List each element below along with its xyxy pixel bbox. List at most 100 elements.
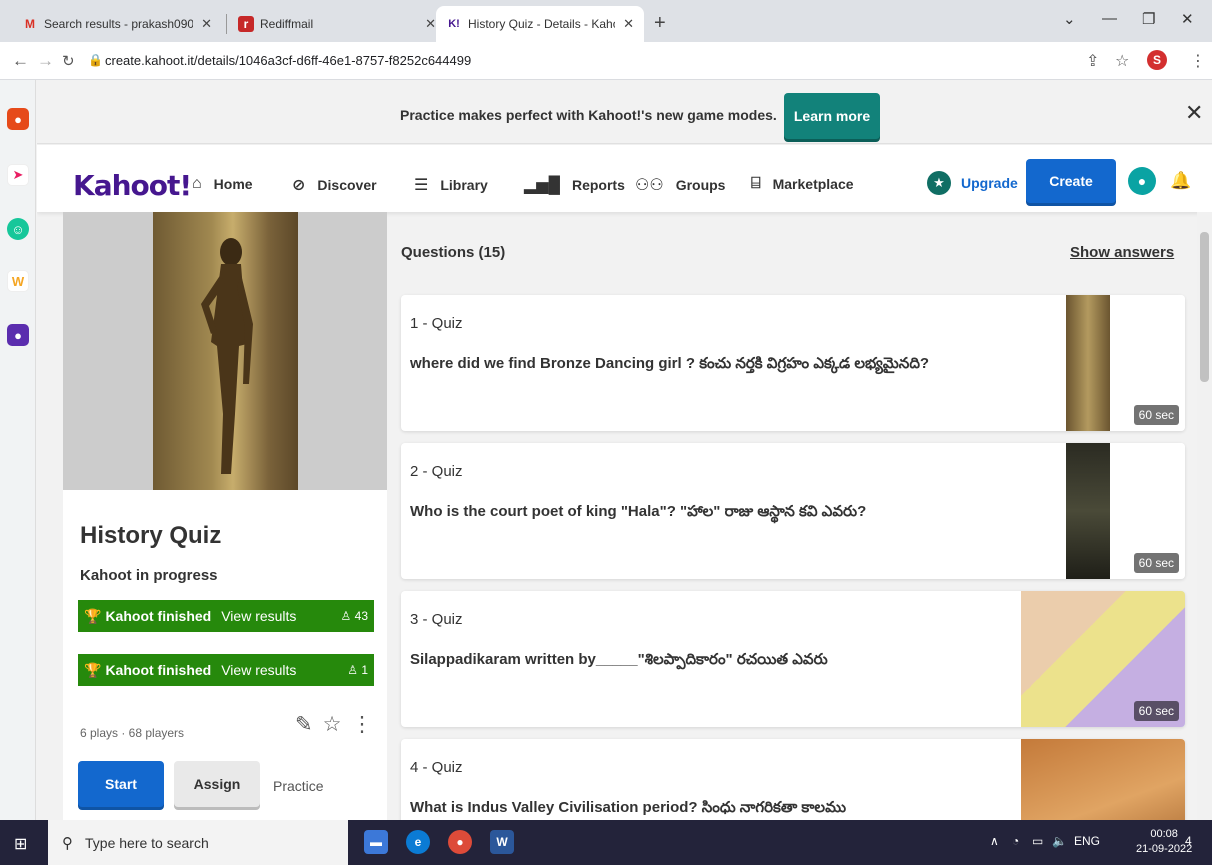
- kahoot-title: History Quiz: [80, 522, 222, 549]
- result-row[interactable]: 🏆 Kahoot finished View results ♙ 43: [78, 600, 374, 632]
- result-label: Kahoot finished: [105, 608, 212, 624]
- view-results-link[interactable]: View results: [221, 608, 296, 624]
- create-button[interactable]: Create: [1026, 159, 1116, 203]
- upgrade-link[interactable]: ★ Upgrade: [927, 171, 1018, 195]
- show-answers-link[interactable]: Show answers: [1070, 244, 1174, 261]
- close-icon[interactable]: ✕: [425, 16, 436, 32]
- time-limit: 60 sec: [1133, 405, 1179, 425]
- home-icon: ⌂: [192, 175, 202, 192]
- start-button[interactable]: Start: [78, 761, 164, 807]
- file-explorer-icon[interactable]: ▬: [364, 830, 388, 854]
- nav-groups[interactable]: ⚇⚇ Groups: [635, 175, 725, 195]
- lock-icon: 🔒: [88, 53, 103, 67]
- nav-label: Library: [440, 177, 488, 193]
- taskbar-search[interactable]: ⚲ Type here to search: [48, 820, 348, 865]
- restore-button[interactable]: ❐: [1142, 10, 1155, 28]
- nav-library[interactable]: ☰ Library: [414, 175, 488, 195]
- question-text: Silappadikaram written by_____"శిలప్పాది…: [410, 651, 828, 668]
- nav-discover[interactable]: ⊘ Discover: [292, 175, 377, 195]
- trophy-icon: 🏆: [84, 661, 102, 678]
- share-icon[interactable]: ⇪: [1086, 51, 1099, 71]
- battery-icon[interactable]: ▭: [1032, 834, 1043, 848]
- close-icon[interactable]: ✕: [623, 16, 634, 32]
- windows-taskbar: ⊞ ⚲ Type here to search ▬ e ● W ∧ ◔ ▭ 🔈 …: [0, 820, 1212, 865]
- question-image: 60 sec: [1021, 443, 1185, 579]
- close-icon[interactable]: ✕: [201, 16, 212, 32]
- tab-kahoot[interactable]: K! History Quiz - Details - Kahoot! ✕: [436, 6, 644, 42]
- person-icon: ♙: [340, 609, 352, 623]
- language-indicator[interactable]: ENG: [1074, 834, 1100, 848]
- scrollbar[interactable]: [1197, 212, 1212, 820]
- close-icon[interactable]: ✕: [1185, 100, 1203, 126]
- player-count: ♙ 1: [347, 663, 368, 677]
- notification-icon[interactable]: 4: [1185, 834, 1192, 848]
- edge-icon[interactable]: e: [406, 830, 430, 854]
- book-cover-thumbnail: [1066, 443, 1110, 579]
- kahoot-logo[interactable]: Kahoot!: [73, 169, 192, 202]
- forward-icon[interactable]: →: [37, 51, 54, 71]
- close-window-button[interactable]: ✕: [1181, 10, 1194, 28]
- nav-home[interactable]: ⌂ Home: [192, 175, 253, 193]
- questions-header: Questions (15): [401, 244, 506, 261]
- question-number: 4 - Quiz: [410, 759, 463, 776]
- minimize-button[interactable]: —: [1102, 10, 1117, 27]
- bookmark-star-icon[interactable]: ☆: [1115, 51, 1129, 71]
- player-count-value: 1: [361, 663, 368, 677]
- time-limit: 60 sec: [1133, 701, 1179, 721]
- url-field[interactable]: create.kahoot.it/details/1046a3cf-d6ff-4…: [105, 53, 471, 68]
- compass-icon: ⊘: [292, 177, 306, 194]
- question-card[interactable]: 4 - Quiz What is Indus Valley Civilisati…: [401, 739, 1185, 820]
- question-card[interactable]: 3 - Quiz Silappadikaram written by_____"…: [401, 591, 1185, 727]
- bell-icon[interactable]: 🔔: [1170, 171, 1191, 191]
- store-icon: ⌸: [751, 175, 761, 192]
- new-tab-button[interactable]: +: [654, 12, 666, 35]
- nav-marketplace[interactable]: ⌸ Marketplace: [751, 175, 854, 193]
- player-count-value: 43: [354, 609, 368, 623]
- question-number: 1 - Quiz: [410, 315, 463, 332]
- app-icon-1[interactable]: ●: [7, 108, 29, 130]
- practice-link[interactable]: Practice: [273, 778, 324, 794]
- learn-more-button[interactable]: Learn more: [784, 93, 880, 139]
- scrollbar-thumb[interactable]: [1200, 232, 1209, 382]
- view-results-link[interactable]: View results: [221, 662, 296, 678]
- notification-count: 4: [1185, 834, 1192, 848]
- result-row[interactable]: 🏆 Kahoot finished View results ♙ 1: [78, 654, 374, 686]
- nav-reports[interactable]: ▂▅█ Reports: [524, 175, 625, 195]
- tab-title: Rediffmail: [260, 17, 314, 31]
- back-icon[interactable]: ←: [12, 51, 29, 71]
- system-clock[interactable]: 00:08 21-09-2022: [1136, 827, 1192, 857]
- app-icon-5[interactable]: ●: [7, 324, 29, 346]
- card-actions: ✎ ☆ ⋮: [295, 712, 372, 737]
- reload-icon[interactable]: ↻: [62, 52, 75, 70]
- edit-icon[interactable]: ✎: [295, 712, 313, 737]
- user-avatar-icon[interactable]: ●: [1128, 167, 1156, 195]
- app-icon-w[interactable]: W: [7, 270, 29, 292]
- favorite-star-icon[interactable]: ☆: [323, 712, 342, 737]
- bronze-dancing-girl-image: [153, 212, 298, 490]
- tab-rediffmail[interactable]: r Rediffmail ✕: [228, 6, 446, 42]
- network-icon[interactable]: ◔: [1012, 834, 1019, 848]
- question-card[interactable]: 1 - Quiz where did we find Bronze Dancin…: [401, 295, 1185, 431]
- volume-icon[interactable]: 🔈: [1052, 834, 1067, 848]
- tab-search-icon[interactable]: ⌄: [1063, 10, 1076, 28]
- kahoot-page: Practice makes perfect with Kahoot!'s ne…: [37, 80, 1212, 820]
- question-text: Who is the court poet of king "Hala"? "హ…: [410, 503, 867, 520]
- assign-button[interactable]: Assign: [174, 761, 260, 807]
- menu-icon[interactable]: ⋮: [1190, 51, 1206, 71]
- windows-start-icon[interactable]: ⊞: [14, 834, 27, 854]
- chrome-icon[interactable]: ●: [448, 830, 472, 854]
- chat-app-icon[interactable]: ☺: [7, 218, 29, 240]
- top-nav: Kahoot! ⌂ Home ⊘ Discover ☰ Library ▂▅█ …: [37, 145, 1212, 212]
- search-placeholder: Type here to search: [85, 834, 209, 851]
- tray-chevron-icon[interactable]: ∧: [990, 834, 999, 848]
- question-card[interactable]: 2 - Quiz Who is the court poet of king "…: [401, 443, 1185, 579]
- more-options-icon[interactable]: ⋮: [351, 712, 372, 737]
- people-icon: ⚇⚇: [635, 177, 664, 194]
- trophy-icon: 🏆: [84, 607, 102, 624]
- word-icon[interactable]: W: [490, 830, 514, 854]
- question-text: where did we find Bronze Dancing girl ? …: [410, 355, 930, 372]
- profile-avatar[interactable]: S: [1147, 50, 1167, 70]
- tab-gmail[interactable]: M Search results - prakash090.au@ ✕: [12, 6, 222, 42]
- app-icon-2[interactable]: ➤: [7, 164, 29, 186]
- cover-image: [63, 212, 387, 490]
